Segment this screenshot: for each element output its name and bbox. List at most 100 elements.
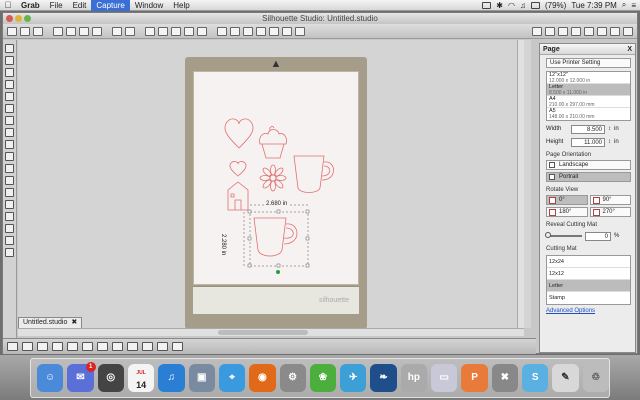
skype-icon[interactable]: S bbox=[522, 364, 549, 392]
orientation-portrait[interactable]: Portrait bbox=[546, 172, 631, 182]
offset-icon[interactable] bbox=[82, 342, 93, 351]
house-shape[interactable] bbox=[227, 181, 249, 211]
bluetooth-icon[interactable]: ✱ bbox=[496, 1, 503, 10]
select-by-color-icon[interactable] bbox=[37, 342, 48, 351]
close-panel-icon[interactable]: X bbox=[627, 44, 632, 55]
page-size-a5[interactable]: A5 148.00 x 210.00 mm bbox=[547, 108, 630, 120]
replicate-icon[interactable] bbox=[97, 342, 108, 351]
release-path-icon[interactable] bbox=[256, 26, 266, 36]
page-area[interactable]: 2.680 in 2.280 in bbox=[193, 71, 359, 285]
page-size-letter[interactable]: Letter 8.500 x 11.000 in bbox=[547, 84, 630, 96]
safari-icon[interactable]: ⌖ bbox=[218, 364, 246, 392]
flower-shape[interactable] bbox=[259, 164, 287, 192]
powerpoint-icon[interactable]: P bbox=[461, 364, 488, 392]
cutting-mat-12x24[interactable]: 12x24 bbox=[547, 256, 630, 268]
rotate-handle[interactable] bbox=[276, 270, 280, 274]
use-printer-setting-button[interactable]: Use Printer Setting bbox=[546, 58, 631, 68]
edit-points-tool-icon[interactable] bbox=[5, 56, 14, 65]
reveal-mat-slider-knob[interactable] bbox=[545, 232, 551, 238]
apple-menu-icon[interactable]:  bbox=[0, 0, 16, 10]
menu-window[interactable]: Window bbox=[130, 0, 168, 11]
send-to-back-icon[interactable] bbox=[282, 26, 292, 36]
registration-marks-icon[interactable] bbox=[558, 26, 568, 36]
rounded-rectangle-tool-icon[interactable] bbox=[5, 128, 14, 137]
knife-tool-icon[interactable] bbox=[5, 188, 14, 197]
volume-icon[interactable]: ♫ bbox=[520, 1, 526, 10]
freehand-tool-icon[interactable] bbox=[5, 152, 14, 161]
twitter-icon[interactable]: ❧ bbox=[370, 364, 397, 392]
print-icon[interactable] bbox=[53, 26, 63, 36]
arc-tool-icon[interactable] bbox=[5, 104, 14, 113]
firefox-icon[interactable]: ◉ bbox=[249, 364, 276, 392]
page-size-12x12[interactable]: 12"x12" 12.000 x 12.000 in bbox=[547, 72, 630, 84]
page-size-a4[interactable]: A4 210.00 x 297.00 mm bbox=[547, 96, 630, 108]
cupcake-shape[interactable] bbox=[259, 126, 287, 159]
iphoto-icon[interactable]: ▣ bbox=[188, 364, 215, 392]
text-tool-icon[interactable] bbox=[5, 164, 14, 173]
spotlight-icon[interactable]: ⌕ bbox=[622, 0, 626, 10]
clock[interactable]: Tue 7:39 PM bbox=[571, 1, 617, 10]
mirror-icon[interactable] bbox=[112, 342, 123, 351]
height-stepper-icon[interactable]: ↕ bbox=[608, 139, 611, 145]
reveal-mat-slider[interactable] bbox=[545, 232, 582, 238]
preview-icon[interactable]: ▭ bbox=[431, 364, 458, 392]
ellipse-tool-icon[interactable] bbox=[5, 140, 14, 149]
ungroup-icon[interactable] bbox=[230, 26, 240, 36]
zoom-fit-icon[interactable] bbox=[197, 26, 207, 36]
rotate-0[interactable]: 0° bbox=[546, 195, 588, 205]
cutting-mat-stamp[interactable]: Stamp bbox=[547, 292, 630, 304]
minimize-window-button[interactable] bbox=[15, 15, 22, 22]
battery-icon[interactable] bbox=[530, 1, 540, 9]
heart-shape-small[interactable] bbox=[229, 161, 247, 177]
silhouette-studio-icon[interactable]: ❀ bbox=[309, 364, 337, 392]
cutting-mat-12x12[interactable]: 12x12 bbox=[547, 268, 630, 280]
reveal-mat-field[interactable]: 0 bbox=[585, 231, 611, 241]
list-icon[interactable]: ≡ bbox=[631, 1, 636, 10]
cut-with-silhouette-icon[interactable] bbox=[623, 26, 633, 36]
eraser-tool-icon[interactable] bbox=[5, 176, 14, 185]
paste-icon[interactable] bbox=[92, 26, 102, 36]
height-field[interactable]: 11.000 bbox=[571, 137, 605, 147]
mug-shape-selected[interactable] bbox=[253, 217, 298, 257]
scale-icon[interactable] bbox=[157, 342, 168, 351]
cut-icon[interactable] bbox=[66, 26, 76, 36]
menu-edit[interactable]: Edit bbox=[68, 0, 92, 11]
horizontal-scrollbar[interactable] bbox=[18, 328, 524, 336]
select-tool-icon[interactable] bbox=[5, 44, 14, 53]
save-icon[interactable] bbox=[33, 26, 43, 36]
menu-app-name[interactable]: Grab bbox=[16, 0, 45, 11]
weld-icon[interactable] bbox=[67, 342, 78, 351]
deselect-icon[interactable] bbox=[22, 342, 33, 351]
menu-help[interactable]: Help bbox=[168, 0, 194, 11]
cut-settings-icon[interactable] bbox=[571, 26, 581, 36]
delete-icon[interactable] bbox=[52, 342, 63, 351]
orientation-landscape[interactable]: Landscape bbox=[546, 160, 631, 170]
design-canvas[interactable]: ▲ 2.680 in 2.280 in silhouette bbox=[18, 40, 531, 329]
group-icon[interactable] bbox=[217, 26, 227, 36]
vertical-scrollbar[interactable] bbox=[517, 40, 524, 328]
line-tool-icon[interactable] bbox=[5, 68, 14, 77]
display-icon[interactable] bbox=[482, 1, 492, 9]
select-all-icon[interactable] bbox=[7, 342, 18, 351]
text-edit-icon[interactable]: ✎ bbox=[552, 364, 579, 392]
trash-icon[interactable]: ♲ bbox=[582, 364, 609, 392]
menu-capture[interactable]: Capture bbox=[91, 0, 130, 11]
menu-file[interactable]: File bbox=[45, 0, 68, 11]
copy-icon[interactable] bbox=[79, 26, 89, 36]
redo-icon[interactable] bbox=[125, 26, 135, 36]
compound-path-icon[interactable] bbox=[243, 26, 253, 36]
itunes-icon[interactable]: ♫ bbox=[158, 364, 185, 392]
system-preferences-icon[interactable]: ⚙ bbox=[279, 364, 306, 392]
send-to-cutter-icon[interactable] bbox=[610, 26, 620, 36]
horizontal-scroll-thumb[interactable] bbox=[218, 330, 308, 335]
rotate-270[interactable]: 270° bbox=[589, 207, 631, 217]
cutting-mat-letter[interactable]: Letter bbox=[547, 280, 630, 292]
eyedropper-tool-icon[interactable] bbox=[5, 200, 14, 209]
bring-to-front-icon[interactable] bbox=[269, 26, 279, 36]
width-stepper-icon[interactable]: ↕ bbox=[608, 126, 611, 132]
close-window-button[interactable] bbox=[6, 15, 13, 22]
library-icon[interactable] bbox=[597, 26, 607, 36]
mug-shape-top[interactable] bbox=[293, 155, 334, 193]
selection-box[interactable] bbox=[247, 209, 310, 268]
dashboard-icon[interactable]: ◎ bbox=[97, 364, 124, 392]
